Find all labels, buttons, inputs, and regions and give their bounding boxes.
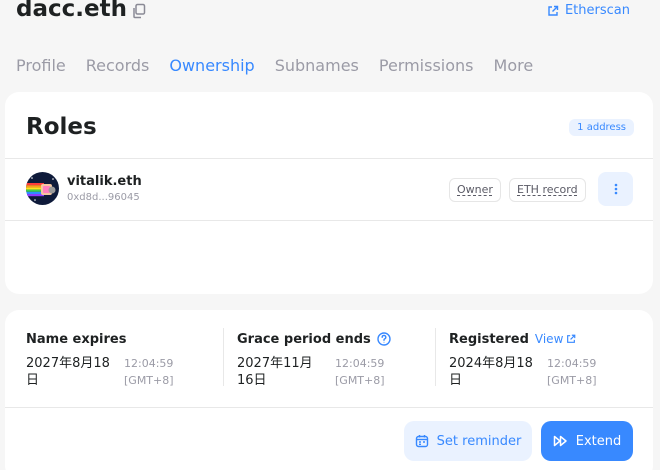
divider — [5, 158, 653, 159]
expires-section: Name expires 2027年8月18日 12:04:59 [GMT+8] — [26, 330, 226, 389]
grace-label: Grace period ends — [237, 331, 371, 347]
tab-bar: Profile Records Ownership Subnames Permi… — [16, 56, 533, 75]
divider — [5, 407, 653, 408]
roles-card: Roles 1 address vitalik.eth 0xd8d...9604… — [5, 92, 653, 294]
tab-records[interactable]: Records — [86, 56, 150, 75]
copy-icon[interactable] — [131, 3, 147, 19]
role-tag-eth-record[interactable]: ETH record — [509, 178, 586, 202]
expires-label: Name expires — [26, 331, 127, 347]
name-title: dacc.eth — [16, 0, 127, 22]
dates-card: Name expires 2027年8月18日 12:04:59 [GMT+8]… — [5, 310, 653, 470]
view-registration-link[interactable]: View — [535, 332, 576, 346]
tab-profile[interactable]: Profile — [16, 56, 66, 75]
registered-label-row: Registered View — [449, 330, 649, 348]
external-link-icon — [567, 334, 576, 343]
extend-button[interactable]: Extend — [541, 421, 633, 461]
divider — [435, 328, 436, 386]
fast-forward-icon — [553, 435, 567, 447]
page-header: dacc.eth Etherscan — [0, 0, 660, 28]
grace-label-row: Grace period ends — [237, 330, 437, 348]
owner-address: 0xd8d...96045 — [67, 192, 140, 203]
set-reminder-label: Set reminder — [436, 433, 522, 449]
address-count-badge: 1 address — [569, 119, 634, 136]
etherscan-label: Etherscan — [564, 3, 630, 18]
avatar — [26, 172, 59, 205]
registered-label: Registered — [449, 331, 529, 347]
grace-date: 2027年11月16日 — [237, 356, 313, 388]
more-options-button[interactable] — [598, 172, 633, 206]
more-vertical-icon — [614, 183, 617, 195]
role-tag-owner[interactable]: Owner — [449, 178, 501, 202]
divider — [223, 328, 224, 386]
grace-time: 12:04:59 [GMT+8] — [335, 357, 385, 387]
external-link-icon — [548, 5, 559, 16]
tab-permissions[interactable]: Permissions — [379, 56, 474, 75]
etherscan-link[interactable]: Etherscan — [547, 3, 630, 18]
grace-section: Grace period ends 2027年11月16日 12:04:59 [… — [237, 330, 437, 388]
registered-time: 12:04:59 [GMT+8] — [547, 357, 597, 387]
owner-name[interactable]: vitalik.eth — [67, 174, 142, 189]
registered-section: Registered View 2024年8月18日 12:04:59 [GMT… — [449, 330, 649, 389]
divider — [5, 220, 653, 221]
help-circle-icon[interactable] — [377, 332, 391, 346]
expires-date: 2027年8月18日 — [26, 356, 110, 388]
extend-label: Extend — [575, 433, 622, 449]
registered-date: 2024年8月18日 — [449, 356, 533, 388]
set-reminder-button[interactable]: Set reminder — [404, 421, 532, 461]
roles-title: Roles — [26, 114, 97, 140]
expires-time: 12:04:59 [GMT+8] — [124, 357, 174, 387]
calendar-icon — [415, 435, 428, 448]
view-link-label: View — [534, 332, 564, 346]
tab-more[interactable]: More — [494, 56, 534, 75]
tab-subnames[interactable]: Subnames — [275, 56, 359, 75]
tab-ownership[interactable]: Ownership — [169, 56, 254, 75]
